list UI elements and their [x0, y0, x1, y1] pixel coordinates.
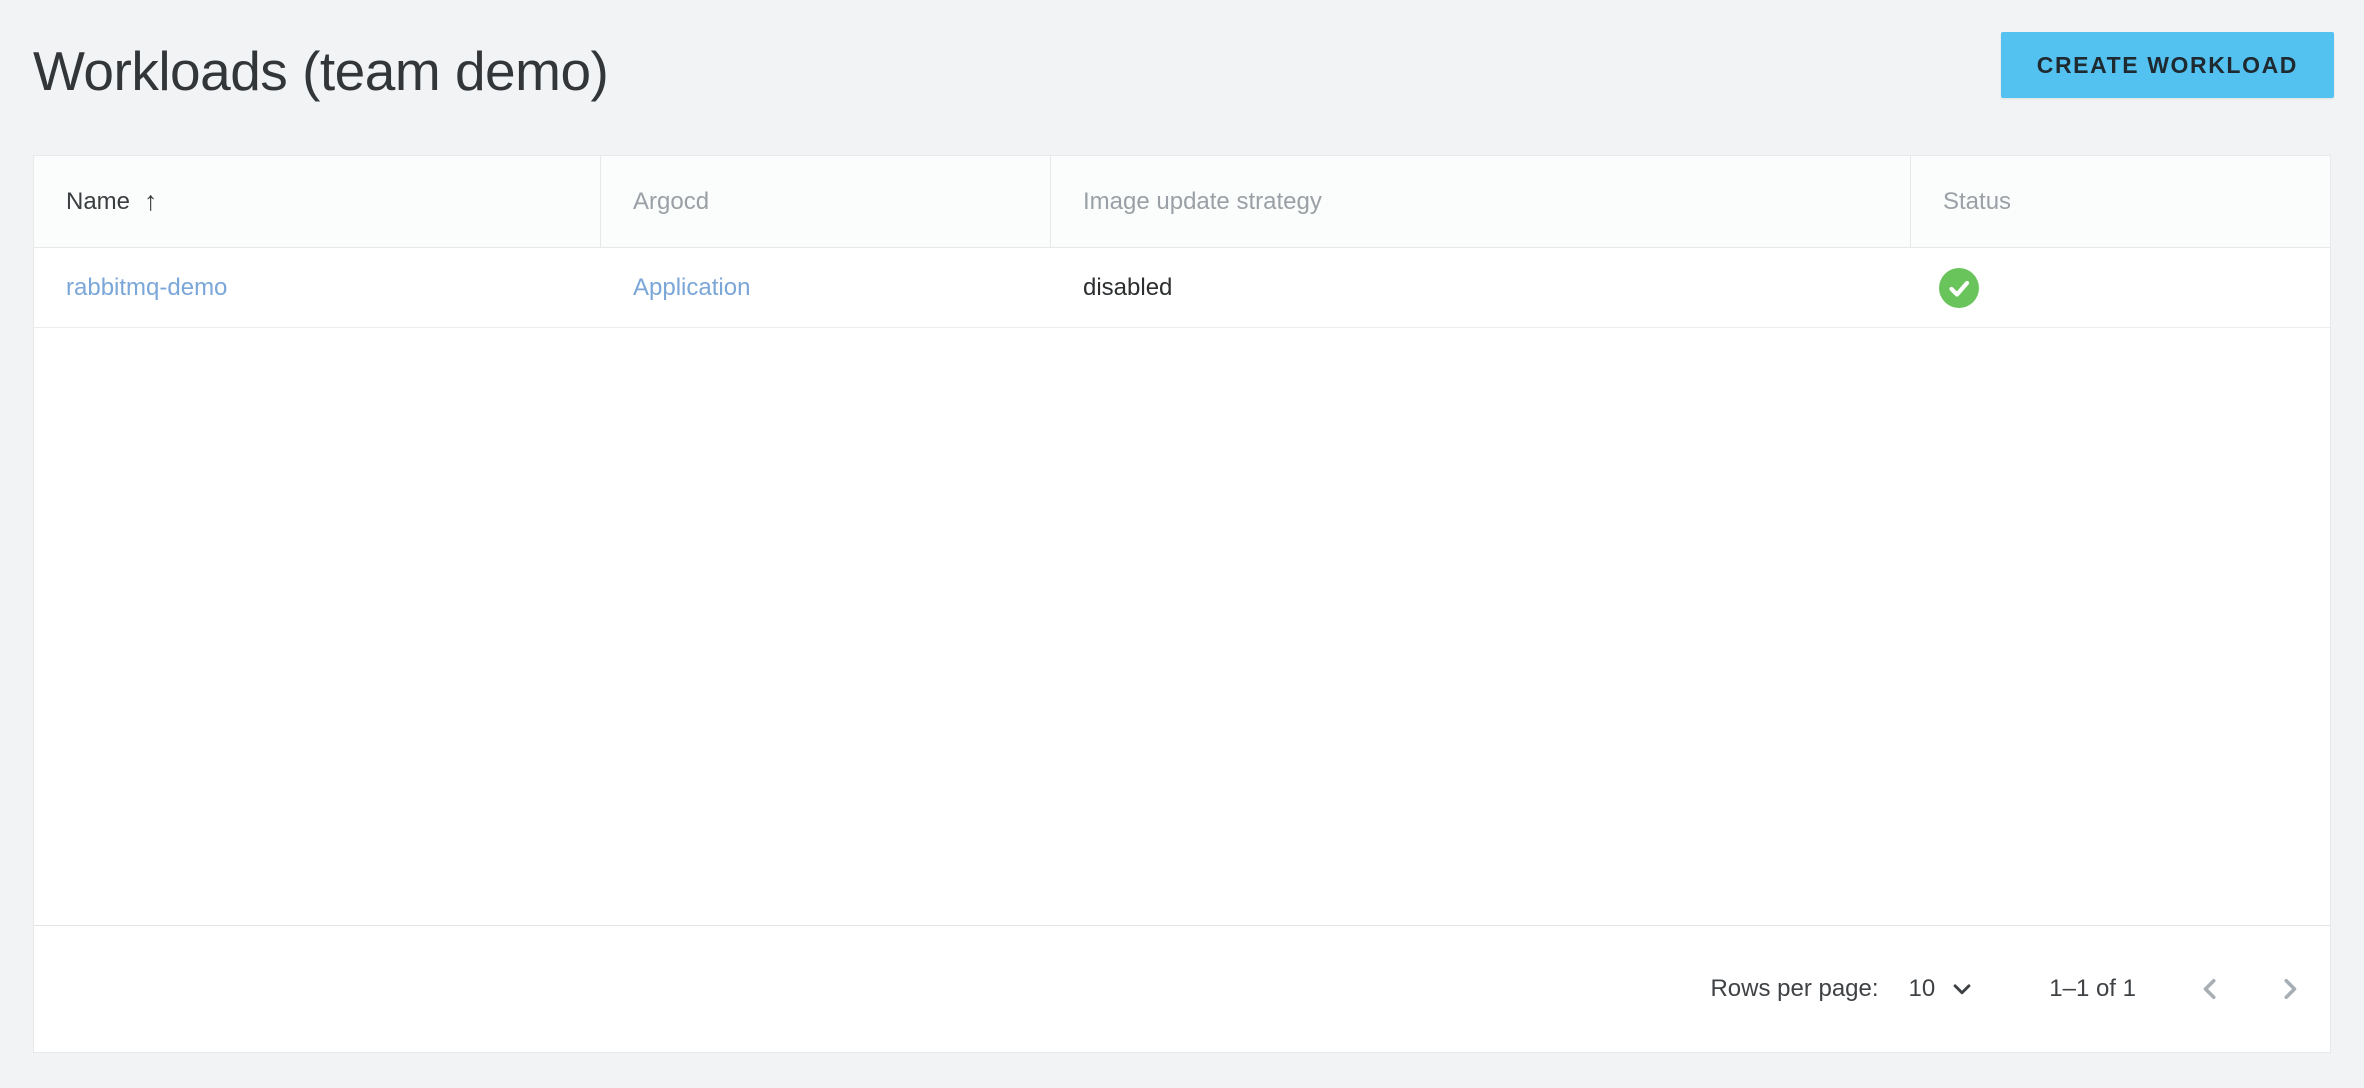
- sort-ascending-icon: ↑: [144, 188, 158, 215]
- chevron-left-icon: [2192, 971, 2228, 1007]
- chevron-down-icon: [1947, 974, 1977, 1004]
- create-workload-button[interactable]: CREATE WORKLOAD: [2001, 32, 2334, 98]
- table-row: rabbitmq-demo Application disabled: [34, 248, 2330, 328]
- column-header-argocd: Argocd: [601, 156, 1051, 247]
- chevron-right-icon: [2272, 971, 2308, 1007]
- image-update-strategy-value: disabled: [1083, 274, 1172, 302]
- cell-argocd: Application: [601, 274, 1051, 302]
- workload-name-link[interactable]: rabbitmq-demo: [66, 274, 227, 302]
- column-header-image-update-strategy-label: Image update strategy: [1083, 188, 1322, 216]
- cell-status: [1911, 268, 2330, 308]
- rows-per-page-select[interactable]: 10: [1909, 974, 1978, 1004]
- table-empty-area: [34, 328, 2330, 925]
- topbar: Workloads (team demo) CREATE WORKLOAD: [0, 0, 2364, 155]
- pagination: Rows per page: 10 1–1 of 1: [1710, 971, 2330, 1007]
- table-footer: Rows per page: 10 1–1 of 1: [34, 925, 2330, 1052]
- rows-per-page-label: Rows per page:: [1710, 975, 1878, 1003]
- column-header-status: Status: [1911, 156, 2330, 247]
- rows-per-page-value: 10: [1909, 975, 1936, 1003]
- column-header-image-update-strategy: Image update strategy: [1051, 156, 1911, 247]
- status-success-check-circle-icon: [1939, 268, 1979, 308]
- cell-image-update-strategy: disabled: [1051, 274, 1911, 302]
- cell-name: rabbitmq-demo: [34, 274, 601, 302]
- argocd-application-link[interactable]: Application: [633, 274, 750, 302]
- table-header-row: Name ↑ Argocd Image update strategy Stat…: [34, 156, 2330, 248]
- column-header-name-label: Name: [66, 188, 130, 216]
- column-header-status-label: Status: [1943, 188, 2011, 216]
- next-page-button[interactable]: [2272, 971, 2308, 1007]
- column-header-name[interactable]: Name ↑: [34, 156, 601, 247]
- pagination-range: 1–1 of 1: [2049, 975, 2136, 1003]
- previous-page-button[interactable]: [2192, 971, 2228, 1007]
- workloads-table: Name ↑ Argocd Image update strategy Stat…: [33, 155, 2331, 1053]
- column-header-argocd-label: Argocd: [633, 188, 709, 216]
- page-title: Workloads (team demo): [33, 40, 608, 103]
